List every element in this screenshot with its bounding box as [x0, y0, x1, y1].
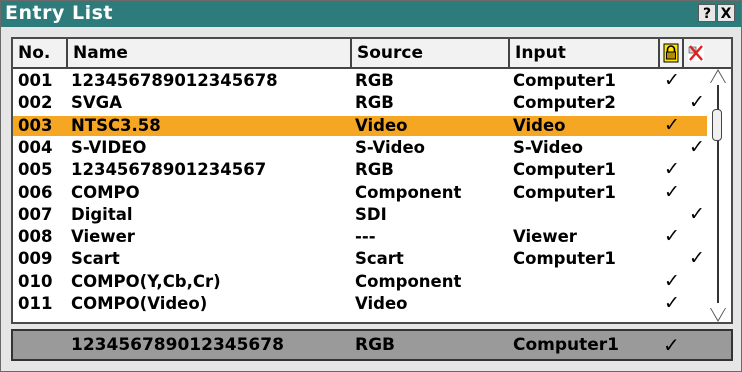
column-header-name[interactable]: Name	[68, 39, 352, 67]
row-input: Computer1	[513, 71, 616, 90]
row-no: 004	[18, 137, 53, 157]
list-item[interactable]: 009 Scart Scart Computer1 ✓	[13, 248, 707, 269]
row-no: 008	[18, 227, 53, 247]
column-header-skip[interactable]	[684, 39, 709, 67]
scroll-thumb[interactable]	[712, 109, 722, 141]
lock-icon	[663, 43, 679, 63]
row-input: Video	[513, 115, 566, 135]
footer-source: RGB	[355, 335, 396, 355]
skip-check-icon[interactable]: ✓	[689, 137, 705, 157]
list-item[interactable]: 003 NTSC3.58 Video Video ✓	[13, 115, 707, 136]
row-name: S-VIDEO	[71, 137, 147, 157]
column-header-input[interactable]: Input	[510, 39, 660, 67]
row-source: Scart	[355, 249, 404, 269]
list-item[interactable]: 002 SVGA RGB Computer2 ✓	[13, 92, 707, 113]
row-no: 001	[18, 71, 53, 90]
row-source: RGB	[355, 71, 394, 90]
row-name: COMPO	[71, 182, 140, 202]
row-input: S-Video	[513, 137, 584, 157]
skip-check-icon[interactable]: ✓	[689, 204, 705, 224]
row-source: RGB	[355, 93, 394, 113]
row-input: Computer1	[513, 249, 616, 269]
footer-name: 123456789012345678	[71, 335, 284, 355]
lock-check-icon[interactable]: ✓	[664, 226, 680, 246]
list-item[interactable]: 011 COMPO(Video) Video ✓	[13, 293, 707, 314]
row-input: Computer1	[513, 160, 616, 180]
row-name: 12345678901234567	[71, 160, 267, 180]
entry-list-window: Entry List ? X No. Name Source Input 001…	[0, 0, 742, 372]
row-name: Scart	[71, 249, 120, 269]
scroll-down-arrow-icon[interactable]	[711, 308, 725, 320]
scroll-up-arrow-icon[interactable]	[711, 71, 725, 83]
row-source: Video	[355, 294, 408, 313]
footer-input: Computer1	[513, 335, 620, 355]
row-no: 011	[18, 294, 53, 313]
row-input: Computer2	[513, 93, 616, 113]
help-button[interactable]: ?	[698, 4, 716, 22]
row-name: SVGA	[71, 93, 122, 113]
entry-list: No. Name Source Input 001 123456789012345…	[11, 37, 733, 324]
window-title: Entry List	[5, 2, 113, 24]
row-no: 005	[18, 160, 53, 180]
selected-entry-bar: 123456789012345678 RGB Computer1 ✓	[11, 329, 733, 361]
lock-check-icon[interactable]: ✓	[664, 182, 680, 202]
row-name: Digital	[71, 204, 133, 224]
row-source: Component	[355, 182, 462, 202]
row-no: 002	[18, 93, 53, 113]
row-source: SDI	[355, 204, 387, 224]
column-header-lock[interactable]	[660, 39, 684, 67]
list-item[interactable]: 008 Viewer --- Viewer ✓	[13, 226, 707, 247]
skip-check-icon[interactable]: ✓	[689, 92, 705, 112]
skip-check-icon[interactable]: ✓	[689, 248, 705, 268]
column-header-source[interactable]: Source	[352, 39, 510, 67]
row-source: ---	[355, 227, 376, 247]
delete-icon	[688, 45, 704, 61]
row-input: Viewer	[513, 227, 577, 247]
list-item[interactable]: 001 123456789012345678 RGB Computer1 ✓	[13, 70, 707, 91]
lock-check-icon[interactable]: ✓	[664, 293, 680, 313]
footer-lock-check-icon: ✓	[663, 333, 680, 357]
list-header: No. Name Source Input	[13, 39, 731, 69]
list-item[interactable]: 007 Digital SDI ✓	[13, 204, 707, 225]
row-no: 007	[18, 204, 53, 224]
row-no: 003	[18, 115, 53, 135]
row-source: Component	[355, 271, 462, 291]
row-no: 006	[18, 182, 53, 202]
list-item[interactable]: 006 COMPO Component Computer1 ✓	[13, 182, 707, 203]
row-no: 009	[18, 249, 53, 269]
row-name: Viewer	[71, 227, 135, 247]
list-item[interactable]: 010 COMPO(Y,Cb,Cr) Component ✓	[13, 271, 707, 292]
row-no: 010	[18, 271, 53, 291]
lock-check-icon[interactable]: ✓	[664, 159, 680, 179]
row-input: Computer1	[513, 182, 616, 202]
lock-check-icon[interactable]: ✓	[664, 115, 680, 135]
lock-check-icon[interactable]: ✓	[664, 271, 680, 291]
row-source: RGB	[355, 160, 394, 180]
close-button[interactable]: X	[717, 4, 735, 22]
row-name: COMPO(Y,Cb,Cr)	[71, 271, 221, 291]
scrollbar[interactable]	[709, 69, 729, 322]
list-item[interactable]: 004 S-VIDEO S-Video S-Video ✓	[13, 137, 707, 158]
column-header-no[interactable]: No.	[13, 39, 68, 67]
row-source: Video	[355, 115, 408, 135]
row-source: S-Video	[355, 137, 426, 157]
title-bar: Entry List ? X	[1, 1, 741, 27]
row-name: 123456789012345678	[71, 71, 278, 90]
row-name: NTSC3.58	[71, 115, 161, 135]
list-item[interactable]: 005 12345678901234567 RGB Computer1 ✓	[13, 159, 707, 180]
row-name: COMPO(Video)	[71, 294, 208, 313]
lock-check-icon[interactable]: ✓	[664, 70, 680, 90]
